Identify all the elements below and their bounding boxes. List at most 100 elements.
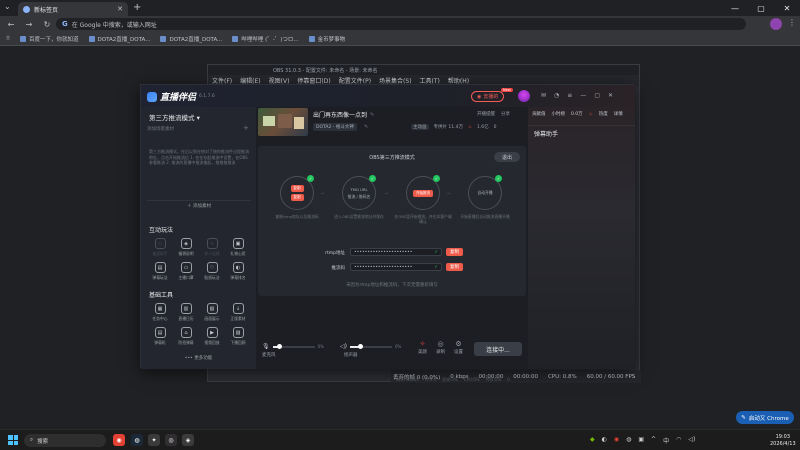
tab-details[interactable]: 详情 [614,111,623,117]
chrome-app-icon[interactable]: ◉ [113,434,125,446]
room-cover-image[interactable] [258,108,308,136]
tray-chevron-icon[interactable]: ^ [651,436,656,445]
rtmp-field[interactable]: •••••••••••••••••••••• ✓ [350,248,442,256]
user-avatar[interactable] [518,90,530,102]
volume-icon[interactable]: ◁) [688,436,695,445]
chrome-tab-strip: ⌄ 新标签页 ✕ + — ▢ ✕ [0,0,800,16]
stream-mode-dropdown[interactable]: 第三方推流模式 ▾ [149,112,200,122]
copy-rtmp-button[interactable]: 复制 [446,248,463,256]
tray-app-icon[interactable]: ▣ [638,436,644,445]
speaker-percent: 0% [394,344,402,349]
step-4-caption: 开始直播后自动推流直播开播 [460,214,510,219]
omnibox[interactable]: G 在 Google 中搜索，或输入网址 [56,18,746,30]
bookmark-item[interactable]: DOTA2直播_DOTA... [88,35,150,43]
tool-mask[interactable]: ▭ 主播口罩 [173,262,199,281]
tool-sticker[interactable]: ♡ 贴纸玩法 [199,262,225,281]
reload-icon[interactable]: ↻ [42,20,52,29]
tray-app-icon[interactable]: ◐ [602,436,607,445]
go-live-button[interactable]: ◉ 去播的 [471,91,505,102]
tool-task-center[interactable]: ▦ 任务中心 [147,303,173,322]
stat-viewers: 0 [493,124,497,130]
edit-category-icon[interactable]: ✎ [364,124,368,130]
calendar-icon: ▥ [180,303,192,314]
mic-slider[interactable] [272,343,315,349]
windows-start-icon[interactable] [8,435,18,445]
browser-tab[interactable]: 新标签页 ✕ [18,2,128,16]
wifi-icon[interactable]: ◠ [676,436,681,445]
maximize-icon[interactable]: ▢ [594,92,600,99]
system-clock[interactable]: 19:03 2026/4/13 [770,434,796,448]
tab-hour-rank[interactable]: 小时榜 [552,111,566,117]
tool-danmu-play[interactable]: ▤ 弹幕玩法 [147,262,173,281]
tool-replay[interactable]: ▶ 视频回放 [199,327,225,346]
share-button[interactable]: 分享 [501,111,510,117]
copy-key-button[interactable]: 复制 [446,263,463,271]
tool-anti-block[interactable]: ⌂ 防挡弹幕 [173,327,199,346]
beauty-button[interactable]: ✧ 美颜 [418,340,427,355]
taskbar-search[interactable]: ⌕ 搜索 [24,434,106,447]
room-category[interactable]: DOTA2 - 格斗大神 [313,123,357,131]
maximize-icon[interactable]: ▢ [748,0,774,16]
stream-key-label: 推流码 [331,266,346,271]
bookmark-item[interactable]: 百度一下，你就知道 [20,35,79,43]
steam-app-icon[interactable]: ◍ [131,434,143,446]
tool-display[interactable]: ▧ 画面展示 [199,303,225,322]
tab-heat[interactable]: 热度 [599,111,608,117]
tool-gift-wish[interactable]: ▣ 礼物心愿 [225,238,251,257]
companion-header: 直播伴侣 6.1.7.6 ◉ 去播的 New ✉ ◔ ≡ — ▢ ✕ [141,85,635,107]
stream-key-field[interactable]: •••••••••••••••••••••• ✓ [350,263,442,271]
logo-icon [147,91,157,102]
add-scene-icon[interactable]: + [243,124,249,132]
bookmark-icon [308,35,315,42]
tab-contribution[interactable]: 贡献值 [532,111,546,117]
bookmark-icon [160,35,167,42]
edit-title-icon[interactable]: ✎ [370,112,374,118]
exit-button[interactable]: 退出 [494,152,520,162]
tab-close-icon[interactable]: ✕ [117,5,123,13]
add-material-button[interactable]: ＋ 添加素材 [147,200,251,210]
tray-app-icon[interactable]: ◉ [614,436,619,445]
tool-multi-link[interactable]: ∞ 多人连线 [199,238,225,257]
language-indicator[interactable]: 中 [663,436,669,445]
bookmark-item[interactable]: 金币梦事物 [308,35,345,43]
tray-nvidia-icon[interactable]: ◆ [590,436,595,445]
headset-icon[interactable]: ◔ [554,92,559,99]
tab-search-icon[interactable]: ⌄ [4,2,11,11]
speaker-slider[interactable] [349,343,392,349]
window-close-icon[interactable]: ✕ [774,0,800,16]
obs-app-icon[interactable]: ◎ [165,434,177,446]
more-features-button[interactable]: ••• 更多功能 [141,355,256,361]
record-button[interactable]: ◎ 录制 [436,340,445,355]
apps-icon[interactable]: ⠿ [6,36,10,42]
tool-material[interactable]: ↓ 正版素材 [225,303,251,322]
close-icon[interactable]: ✕ [608,92,613,99]
stat-exclusive: 专供片 11.4万 [433,125,463,130]
mic-percent: 0% [317,344,324,349]
mic-slider-knob[interactable] [276,343,282,349]
speaker-slider-knob[interactable] [358,343,364,349]
settings-button[interactable]: ⚙ 设置 [454,340,463,355]
bookmark-item[interactable]: 哔哩哔哩 (゜-゜)つロ... [232,35,299,43]
forward-icon[interactable]: → [24,20,34,29]
tool-danmaku[interactable]: ▤ 弹幕机 [147,327,173,346]
tool-danmu-rank[interactable]: ◐ 弹幕排名 [225,262,251,281]
menu-icon[interactable]: ≡ [567,92,572,99]
minimize-icon[interactable]: — [580,92,586,99]
reminder-button[interactable]: 开播提醒 [477,111,495,117]
tool-lottery[interactable]: ◇ 抽奖助手 [147,238,173,257]
profile-avatar[interactable] [770,18,782,30]
minimize-icon[interactable]: — [722,0,748,16]
message-icon[interactable]: ✉ [541,92,546,99]
back-icon[interactable]: ← [6,20,16,29]
tool-review[interactable]: ▨ 下播回顾 [225,327,251,346]
chrome-menu-icon[interactable]: ⋮ [788,18,796,27]
app-icon[interactable]: ✦ [148,434,160,446]
new-tab-button[interactable]: + [133,2,141,13]
companion-app-icon[interactable]: ◈ [182,434,194,446]
bookmark-item[interactable]: DOTA2直播_DOTA... [160,35,222,43]
chrome-signin-button[interactable]: ✎ 启动又 Chrome [736,411,794,424]
tool-calendar[interactable]: ▥ 直播日历 [173,303,199,322]
tray-steam-icon[interactable]: ◍ [626,436,631,445]
connect-button[interactable]: 连接中... [474,342,522,356]
tool-luckybag[interactable]: ◈ 福袋说明 [173,238,199,257]
